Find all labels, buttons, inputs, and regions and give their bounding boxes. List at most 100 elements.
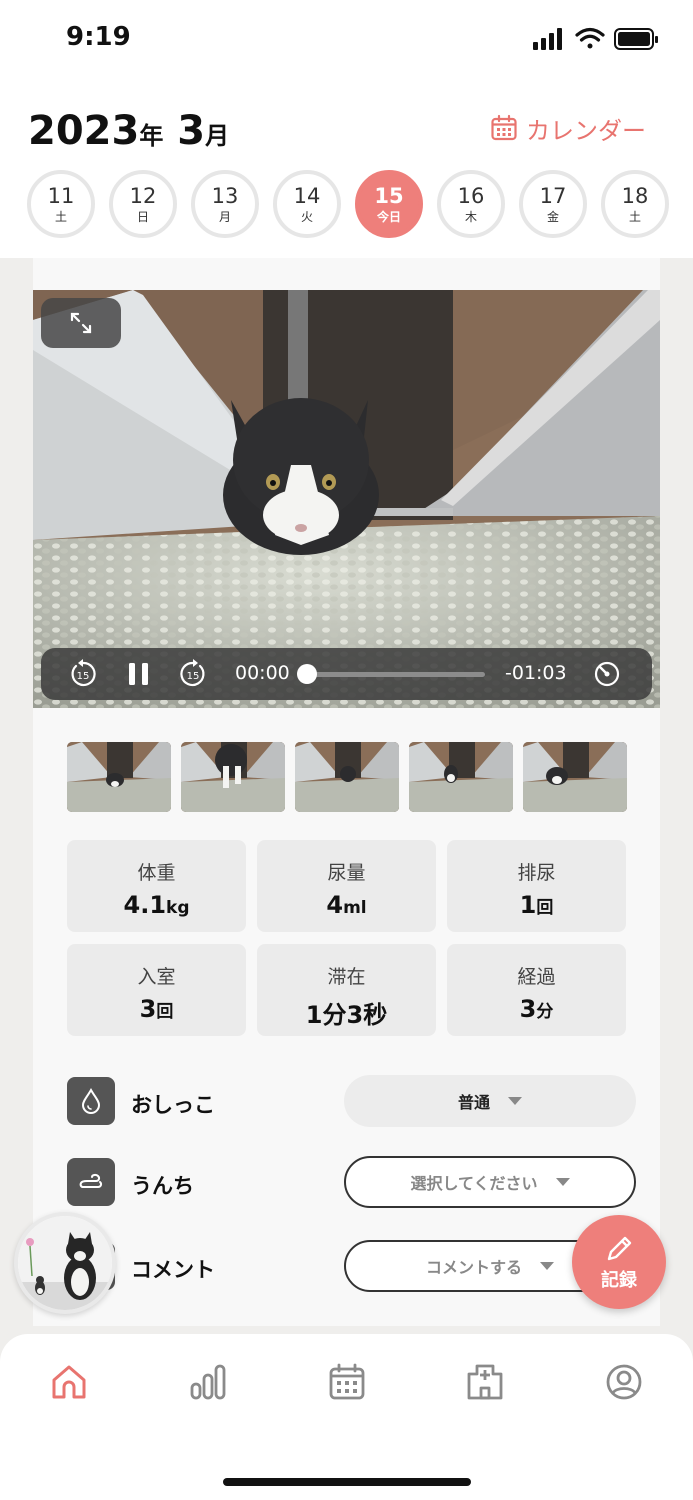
record-button-label: 記録 [601,1270,637,1291]
stat-stay-duration: 滞在 1分3秒 [257,944,436,1036]
signal-icon [533,28,562,50]
forward-15-icon[interactable]: 15 [177,658,209,690]
profile-icon[interactable] [604,1362,644,1402]
stat-value: 4ml [326,891,367,919]
pencil-icon [607,1236,632,1261]
stat-value: 1回 [519,891,554,919]
calendar-icon [491,114,517,141]
progress-track[interactable] [303,672,485,677]
poop-select-value: 選択してください [410,1174,538,1193]
day-number: 15 [374,184,404,208]
status-icons [533,27,658,50]
calendar-tab-icon[interactable] [327,1362,367,1402]
stat-elapsed: 経過 3分 [447,944,626,1036]
day-11[interactable]: 11 土 [27,170,95,238]
day-14[interactable]: 14 火 [273,170,341,238]
stat-entries: 入室 3回 [67,944,246,1036]
chevron-down-icon [540,1262,554,1270]
home-indicator [223,1478,471,1486]
day-number: 13 [211,184,239,208]
thumbnail[interactable] [523,742,627,812]
month-title: 2023年 3月 [28,108,229,154]
day-18[interactable]: 18 土 [601,170,669,238]
day-weekday: 日 [136,210,149,224]
stat-label: 尿量 [327,862,366,884]
thumbnail-image [523,742,627,812]
tab-bar [0,1334,693,1500]
stat-label: 経過 [517,966,556,988]
stat-value: 3分 [519,995,554,1023]
day-weekday: 火 [300,210,313,224]
day-weekday: 木 [464,210,477,224]
stats-icon[interactable] [188,1362,228,1402]
day-number: 14 [293,184,321,208]
stat-urination-count: 排尿 1回 [447,840,626,932]
day-weekday: 月 [218,210,231,224]
stats-grid: 体重 4.1kg 尿量 4ml 排尿 1回 入室 3回 滞在 1分3秒 経過 3… [67,840,627,1036]
thumbnail-image [181,742,285,812]
svg-text:15: 15 [187,671,200,682]
day-weekday: 土 [54,210,67,224]
remaining-time: -01:03 [505,662,567,684]
battery-icon [614,28,658,50]
chevron-down-icon [555,1178,570,1186]
day-number: 12 [129,184,157,208]
thumbnail[interactable] [181,742,285,812]
pee-label: おしっこ [131,1093,215,1117]
home-icon[interactable] [49,1362,89,1402]
calendar-link[interactable]: カレンダー [490,112,646,145]
day-number: 16 [457,184,485,208]
video-controls: 15 15 00:00 -01:03 [41,648,652,700]
pet-avatar[interactable] [14,1212,116,1314]
thumbnail[interactable] [409,742,513,812]
pee-icon [67,1077,115,1125]
clinic-icon[interactable] [465,1362,505,1402]
status-bar: 9:19 [0,0,693,76]
day-15-today[interactable]: 15 今日 [355,170,423,238]
day-13[interactable]: 13 月 [191,170,259,238]
stat-value: 3回 [139,995,174,1023]
pee-select-value: 普通 [457,1093,490,1112]
poop-label: うんち [131,1174,194,1198]
chevron-down-icon [508,1097,522,1105]
progress-knob[interactable] [297,664,317,684]
wifi-icon [575,27,605,49]
header: 9:19 2023年 3月 カレンダー 11 土 12 日 13 月 14 火 … [0,0,693,258]
comment-select-value: コメントする [425,1258,522,1277]
day-number: 17 [539,184,567,208]
rewind-15-icon[interactable]: 15 [67,658,99,690]
poop-row: うんち 選択してください [67,1156,637,1208]
svg-text:15: 15 [77,671,90,682]
current-time: 00:00 [235,662,290,684]
day-weekday: 今日 [376,210,401,224]
poop-icon [67,1158,115,1206]
fullscreen-button[interactable] [41,298,121,348]
pee-select[interactable]: 普通 [344,1075,636,1127]
day-16[interactable]: 16 木 [437,170,505,238]
expand-icon [70,312,92,334]
day-strip: 11 土 12 日 13 月 14 火 15 今日 16 木 17 金 18 土 [27,170,669,238]
year-suffix: 年 [139,122,164,150]
thumbnail-image [67,742,171,812]
thumbnail-strip [67,742,627,812]
thumbnail-image [409,742,513,812]
stat-value: 1分3秒 [305,1001,388,1029]
year-value: 2023 [28,108,140,154]
stat-label: 体重 [137,862,176,884]
stat-urine-volume: 尿量 4ml [257,840,436,932]
comment-label: コメント [131,1258,215,1282]
record-card: 15 15 00:00 -01:03 体重 4.1kg 尿量 4ml 排尿 1回… [33,258,660,1326]
poop-select[interactable]: 選択してください [344,1156,636,1208]
stat-value: 4.1kg [123,891,190,919]
video-player[interactable]: 15 15 00:00 -01:03 [33,290,660,708]
calendar-link-label: カレンダー [526,116,646,145]
pet-photo [18,1216,112,1310]
day-17[interactable]: 17 金 [519,170,587,238]
thumbnail[interactable] [67,742,171,812]
day-weekday: 金 [546,210,559,224]
playback-speed-icon[interactable] [591,658,623,690]
record-button[interactable]: 記録 [572,1215,666,1309]
day-12[interactable]: 12 日 [109,170,177,238]
thumbnail[interactable] [295,742,399,812]
pause-icon[interactable] [123,658,155,690]
